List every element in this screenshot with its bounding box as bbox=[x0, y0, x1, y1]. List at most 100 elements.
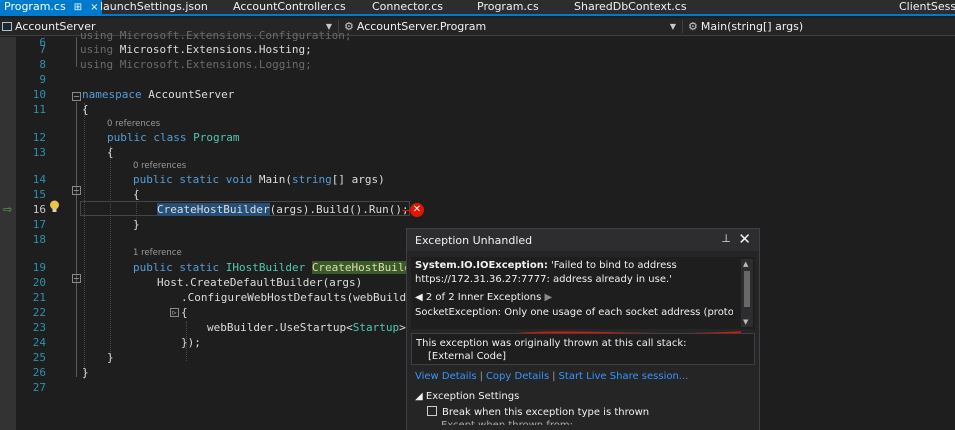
line-number: 17 bbox=[32, 218, 46, 231]
collapse-triangle-icon[interactable]: ◢ bbox=[415, 391, 423, 402]
scroll-down-icon[interactable]: ▼ bbox=[743, 318, 748, 326]
line-number: 15 bbox=[32, 188, 46, 201]
popup-header: Exception Unhandled ⊥ ✕ bbox=[407, 229, 759, 251]
code-line: namespace AccountServer bbox=[82, 88, 235, 101]
code-line: } bbox=[133, 218, 140, 231]
exception-message-box: System.IO.IOException: 'Failed to bind t… bbox=[411, 257, 755, 339]
code-line: public static void Main(string[] args) bbox=[133, 173, 385, 186]
indent-guide bbox=[84, 103, 85, 379]
code-line: Host.CreateDefaultBuilder(args) bbox=[157, 276, 363, 289]
scroll-up-icon[interactable]: ▲ bbox=[743, 260, 748, 268]
inner-exception-navigator[interactable]: ◀ 2 of 2 Inner Exceptions ▶ bbox=[415, 292, 552, 303]
line-number: 20 bbox=[32, 276, 46, 289]
line-number: 18 bbox=[32, 233, 46, 246]
code-line-current[interactable]: CreateHostBuilder(args).Build().Run(); bbox=[157, 203, 409, 216]
exception-helper-popup[interactable]: Exception Unhandled ⊥ ✕ System.IO.IOExce… bbox=[406, 228, 760, 430]
next-arrow-icon[interactable]: ▶ bbox=[544, 292, 552, 303]
line-number: 11 bbox=[32, 103, 46, 116]
break-checkbox[interactable] bbox=[427, 406, 437, 416]
type-dropdown[interactable]: ⚙ AccountServer.Program ▼ bbox=[344, 18, 680, 35]
inner-exception-message: SocketException: Only one usage of each … bbox=[415, 307, 733, 318]
code-line: webBuilder.UseStartup<Startup>( bbox=[207, 321, 412, 334]
call-stack-box: This exception was originally thrown at … bbox=[411, 333, 755, 365]
previous-arrow-icon[interactable]: ◀ bbox=[415, 292, 423, 303]
codelens-references[interactable]: 0 references bbox=[107, 119, 160, 129]
execution-pointer-icon[interactable]: ⇨ bbox=[3, 203, 12, 216]
member-dropdown-value: Main(string[] args) bbox=[700, 20, 804, 33]
tab-program-cs-2[interactable]: Program.cs bbox=[477, 0, 539, 14]
code-line: } bbox=[107, 351, 114, 364]
outline-bar bbox=[76, 37, 77, 67]
line-number: 10 bbox=[32, 88, 46, 101]
chevron-down-icon: ▼ bbox=[669, 22, 676, 31]
code-line: using Microsoft.Extensions.Logging; bbox=[80, 58, 312, 71]
codelens-references[interactable]: 1 reference bbox=[133, 248, 182, 258]
exception-message: System.IO.IOException: 'Failed to bind t… bbox=[415, 260, 677, 285]
scrollbar-thumb[interactable] bbox=[744, 271, 750, 307]
copy-details-link[interactable]: Copy Details bbox=[486, 371, 549, 382]
tab-label: Program.cs bbox=[4, 0, 66, 13]
collapse-toggle[interactable]: − bbox=[72, 92, 81, 101]
code-line: public class Program bbox=[107, 131, 240, 144]
action-links: View Details | Copy Details | Start Live Sha… bbox=[415, 371, 689, 382]
tab-accountcontroller-cs[interactable]: AccountController.cs bbox=[233, 0, 346, 14]
nav-separator bbox=[682, 20, 683, 33]
indent-guide bbox=[110, 146, 111, 356]
break-checkbox-label: Break when this exception type is thrown bbox=[442, 407, 650, 418]
tab-clientsession[interactable]: ClientSessio bbox=[899, 0, 955, 14]
code-line: using Microsoft.Extensions.Hosting; bbox=[80, 43, 312, 56]
code-line: }); bbox=[181, 336, 201, 349]
error-connector bbox=[402, 210, 410, 211]
call-stack-header: This exception was originally thrown at … bbox=[416, 338, 687, 349]
expand-toggle[interactable]: ▹ bbox=[170, 308, 179, 317]
line-number: 21 bbox=[32, 291, 46, 304]
line-number: 25 bbox=[32, 351, 46, 364]
line-number: 22 bbox=[32, 306, 46, 319]
selected-text: CreateHostBuilder bbox=[157, 203, 270, 216]
code-line: { bbox=[133, 188, 140, 201]
popup-title: Exception Unhandled bbox=[415, 234, 533, 247]
pin-icon[interactable]: ⊥ bbox=[721, 232, 731, 245]
except-when-thrown-option[interactable]: Except when thrown from: bbox=[441, 420, 573, 425]
line-number: 26 bbox=[32, 366, 46, 379]
view-details-link[interactable]: View Details bbox=[415, 371, 477, 382]
exception-settings-header[interactable]: ◢ Exception Settings bbox=[415, 391, 519, 402]
exception-type: System.IO.IOException: bbox=[415, 260, 548, 271]
inner-exception-count: 2 of 2 Inner Exceptions bbox=[425, 292, 542, 303]
code-line: .ConfigureWebHostDefaults(webBuilde bbox=[181, 291, 413, 304]
tab-connector-cs[interactable]: Connector.cs bbox=[372, 0, 443, 14]
code-line: public static IHostBuilder CreateHostBui… bbox=[133, 261, 418, 274]
type-dropdown-value: AccountServer.Program bbox=[356, 20, 487, 33]
collapse-toggle[interactable]: − bbox=[72, 274, 81, 283]
tab-launchsettings-json[interactable]: launchSettings.json bbox=[100, 0, 208, 14]
code-line: { bbox=[181, 306, 188, 319]
error-icon[interactable]: ✕ bbox=[410, 203, 424, 217]
line-number: 8 bbox=[39, 58, 46, 71]
line-number: 24 bbox=[32, 336, 46, 349]
method-icon: ⚙ bbox=[688, 20, 698, 33]
line-number: 12 bbox=[32, 131, 46, 144]
code-line: { bbox=[107, 146, 114, 159]
line-number: 23 bbox=[32, 321, 46, 334]
start-live-share-link[interactable]: Start Live Share session... bbox=[559, 371, 689, 382]
line-number: 13 bbox=[32, 146, 46, 159]
codelens-references[interactable]: 0 references bbox=[133, 161, 186, 171]
line-number: 14 bbox=[32, 173, 46, 186]
collapse-toggle[interactable]: − bbox=[72, 186, 81, 195]
line-number: 7 bbox=[39, 43, 46, 56]
close-icon[interactable]: × bbox=[90, 2, 98, 13]
code-line: { bbox=[82, 103, 89, 116]
message-scrollbar[interactable]: ▲ ▼ bbox=[741, 259, 753, 327]
tab-program-cs[interactable]: Program.cs ⊞ × bbox=[0, 0, 103, 14]
code-line: using Microsoft.Extensions.Configuration… bbox=[80, 29, 352, 42]
tab-shareddbcontext-cs[interactable]: SharedDbContext.cs bbox=[574, 0, 687, 14]
close-icon[interactable]: ✕ bbox=[738, 230, 751, 248]
pin-icon[interactable]: ⊞ bbox=[74, 2, 82, 13]
member-dropdown[interactable]: ⚙ Main(string[] args) bbox=[688, 18, 953, 35]
code-editor[interactable]: 6 7 8 9 10 11 12 13 14 15 16 17 18 19 20… bbox=[0, 29, 955, 430]
call-stack-item[interactable]: [External Code] bbox=[416, 350, 687, 363]
document-tab-bar: Program.cs ⊞ × launchSettings.json Account… bbox=[0, 0, 955, 16]
lightbulb-icon[interactable] bbox=[49, 200, 60, 214]
break-when-thrown-option[interactable]: Break when this exception type is thrown bbox=[427, 406, 649, 418]
code-line: } bbox=[82, 366, 89, 379]
